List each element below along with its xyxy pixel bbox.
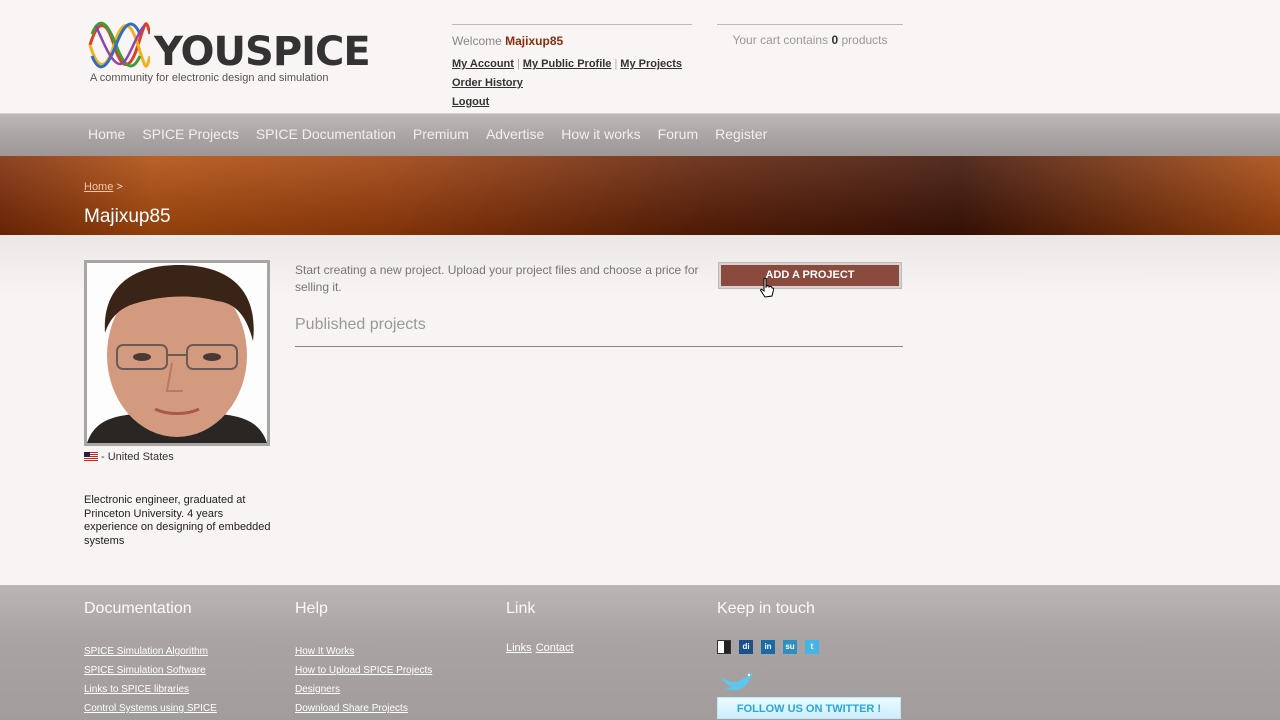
link-separator: | <box>516 58 520 70</box>
profile-country: - United States <box>84 451 174 463</box>
footer-link[interactable]: Control Systems using SPICE <box>84 699 217 718</box>
nav-forum[interactable]: Forum <box>658 126 698 142</box>
page-title: Majixup85 <box>84 206 171 227</box>
welcome-username: Majixup85 <box>505 34 564 48</box>
order-history-link[interactable]: Order History <box>452 77 523 89</box>
nav-how-it-works[interactable]: How it works <box>561 126 640 142</box>
my-projects-link[interactable]: My Projects <box>620 58 682 70</box>
face-photo <box>87 263 267 443</box>
account-panel: Welcome Majixup85 My Account | My Public P… <box>452 24 692 112</box>
cart-summary[interactable]: Your cart contains 0 products <box>717 24 903 47</box>
link-separator: | <box>614 58 618 70</box>
logo-tagline: A community for electronic design and si… <box>90 72 329 84</box>
site-logo[interactable]: YOUSPICE A community for electronic desi… <box>88 14 371 88</box>
my-public-profile-link[interactable]: My Public Profile <box>523 58 612 70</box>
hand-cursor-icon <box>760 278 774 298</box>
social-icons: di in su t <box>717 640 819 654</box>
footer: Documentation SPICE Simulation Algorithm… <box>0 585 1280 720</box>
twitter-bird-icon <box>721 672 753 691</box>
my-account-link[interactable]: My Account <box>452 58 514 70</box>
cart-suffix: products <box>841 33 888 47</box>
footer-link-section: Link Links Contact <box>506 600 578 654</box>
divider <box>295 346 903 347</box>
twitter-icon[interactable]: t <box>805 640 819 654</box>
profile-avatar <box>84 260 270 446</box>
footer-links-link[interactable]: Links <box>506 642 532 654</box>
welcome-label: Welcome <box>452 34 502 48</box>
header: YOUSPICE A community for electronic desi… <box>0 0 1280 113</box>
footer-link[interactable]: SPICE Simulation Software <box>84 661 217 680</box>
breadcrumb: Home > <box>84 181 123 193</box>
account-links: My Account | My Public Profile | My Projects… <box>452 55 692 112</box>
nav-advertise[interactable]: Advertise <box>486 126 544 142</box>
add-project-button[interactable]: ADD A PROJECT <box>719 263 901 288</box>
cart-count: 0 <box>831 33 839 47</box>
nav-register[interactable]: Register <box>715 126 767 142</box>
main-nav: Home SPICE Projects SPICE Documentation … <box>0 113 1280 156</box>
footer-link[interactable]: How to Upload SPICE Projects <box>295 661 432 680</box>
logout-link[interactable]: Logout <box>452 96 489 108</box>
breadcrumb-separator: > <box>116 181 123 193</box>
logo-wave-icon <box>88 21 150 69</box>
breadcrumb-home-link[interactable]: Home <box>84 181 113 193</box>
footer-documentation: Documentation SPICE Simulation Algorithm… <box>84 600 217 718</box>
welcome-line: Welcome Majixup85 <box>452 34 692 48</box>
footer-link[interactable]: SPICE Simulation Algorithm <box>84 642 217 661</box>
footer-contact-link[interactable]: Contact <box>536 642 574 654</box>
nav-spice-documentation[interactable]: SPICE Documentation <box>256 126 396 142</box>
profile-bio: Electronic engineer, graduated at Prince… <box>84 494 271 547</box>
digg-icon[interactable]: di <box>739 640 753 654</box>
delicious-icon[interactable] <box>717 640 731 654</box>
page-banner: Home > Majixup85 <box>0 156 1280 235</box>
new-project-intro: Start creating a new project. Upload you… <box>295 263 699 294</box>
footer-link[interactable]: Designers <box>295 680 432 699</box>
stumbleupon-icon[interactable]: su <box>783 640 797 654</box>
linkedin-icon[interactable]: in <box>761 640 775 654</box>
country-label: - United States <box>101 451 174 463</box>
footer-help-title: Help <box>295 600 328 617</box>
cart-prefix: Your cart contains <box>732 33 829 47</box>
footer-link[interactable]: Links to SPICE libraries <box>84 680 217 699</box>
footer-documentation-title: Documentation <box>84 600 192 617</box>
nav-premium[interactable]: Premium <box>413 126 469 142</box>
logo-wordmark: YOUSPICE <box>154 29 371 75</box>
footer-link[interactable]: Download Share Projects <box>295 699 432 718</box>
footer-help: Help How It Works How to Upload SPICE Pr… <box>295 600 432 718</box>
footer-link-title: Link <box>506 600 536 617</box>
nav-home[interactable]: Home <box>88 126 125 142</box>
nav-spice-projects[interactable]: SPICE Projects <box>142 126 238 142</box>
footer-link[interactable]: How It Works <box>295 642 432 661</box>
follow-twitter-button[interactable]: FOLLOW US ON TWITTER ! <box>717 697 901 719</box>
footer-touch-title: Keep in touch <box>717 600 815 617</box>
published-projects-heading: Published projects <box>295 316 426 333</box>
footer-keep-in-touch: Keep in touch di in su t FOLLOW US ON TW… <box>717 600 901 719</box>
us-flag-icon <box>84 452 98 461</box>
